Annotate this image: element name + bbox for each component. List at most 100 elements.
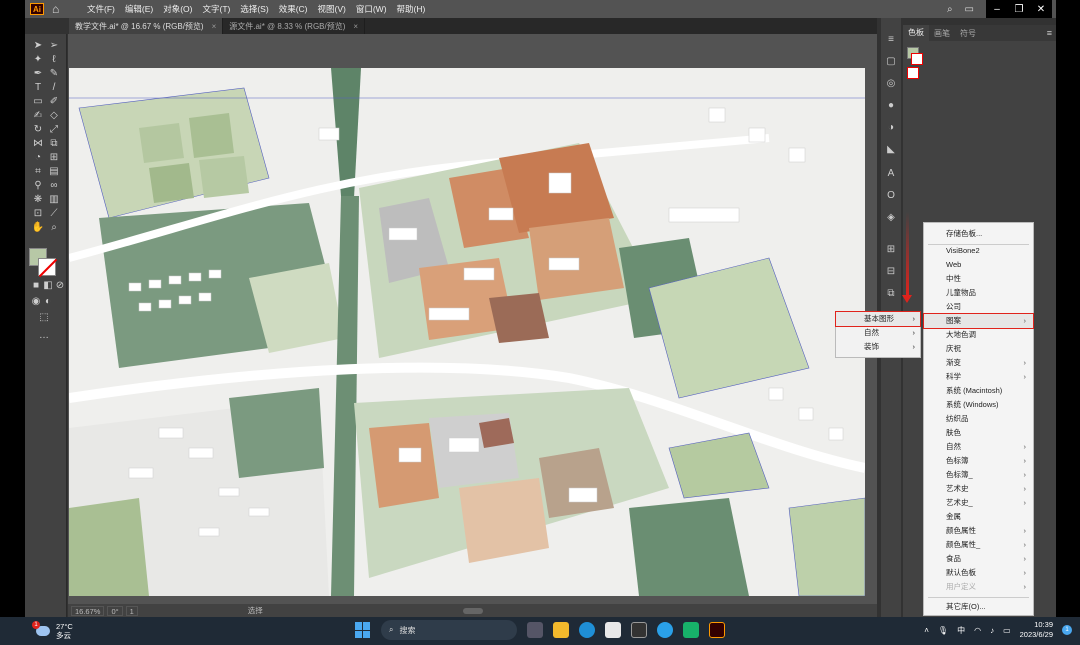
tray-chevron-icon[interactable]: ˄ bbox=[924, 626, 929, 635]
menu-item-system-mac[interactable]: 系统 (Macintosh) bbox=[924, 384, 1033, 398]
horizontal-scrollbar[interactable] bbox=[462, 607, 483, 614]
align-icon[interactable]: ⊟ bbox=[885, 266, 897, 278]
menu-item-color-properties[interactable]: 颜色属性 › bbox=[924, 524, 1033, 538]
app-logo[interactable]: Ai bbox=[30, 3, 44, 15]
free-transform-icon[interactable]: ⧉ bbox=[47, 138, 61, 150]
menu-window[interactable]: 窗口(W) bbox=[351, 3, 392, 15]
symbol-sprayer-icon[interactable]: ❋ bbox=[31, 194, 45, 206]
minimize-icon[interactable]: – bbox=[986, 4, 1008, 15]
none-swatch[interactable] bbox=[907, 67, 919, 79]
weather-widget[interactable]: 1 27°C 多云 bbox=[32, 621, 73, 640]
tab-swatches[interactable]: 色板 bbox=[903, 25, 929, 41]
menu-file[interactable]: 文件(F) bbox=[82, 3, 120, 15]
menu-item-default-swatches[interactable]: 默认色板 › bbox=[924, 566, 1033, 580]
paintbrush-icon[interactable]: ✐ bbox=[47, 96, 61, 108]
shape-builder-icon[interactable]: ◔ bbox=[31, 152, 45, 164]
close-tab-icon[interactable]: × bbox=[353, 22, 358, 31]
search-icon[interactable]: ⌕ bbox=[947, 4, 953, 15]
menu-select[interactable]: 选择(S) bbox=[235, 3, 273, 15]
menu-edit[interactable]: 编辑(E) bbox=[120, 3, 158, 15]
lasso-icon[interactable]: ℓ bbox=[47, 54, 61, 66]
menu-item-color-books-alt[interactable]: 色标簿_ › bbox=[924, 468, 1033, 482]
type-tool-icon[interactable]: T bbox=[31, 82, 45, 94]
browser-icon[interactable] bbox=[657, 622, 673, 638]
menu-item-earthtone[interactable]: 大地色调 bbox=[924, 328, 1033, 342]
artboard-site-plan[interactable] bbox=[69, 68, 865, 596]
artboard-number[interactable]: 1 bbox=[125, 605, 138, 616]
tab-brushes[interactable]: 画笔 bbox=[929, 28, 955, 39]
change-screen-mode-icon[interactable]: ⬚ bbox=[37, 312, 51, 324]
submenu-item-decorative[interactable]: 装饰 › bbox=[836, 340, 920, 354]
menu-item-metal[interactable]: 金属 bbox=[924, 510, 1033, 524]
stroke-color-swatch[interactable] bbox=[38, 258, 56, 276]
appearance-icon[interactable]: ◎ bbox=[885, 78, 897, 90]
menu-item-color-books[interactable]: 色标簿 › bbox=[924, 454, 1033, 468]
mesh-tool-icon[interactable]: ⌗ bbox=[31, 166, 45, 178]
menu-help[interactable]: 帮助(H) bbox=[392, 3, 431, 15]
menu-item-corporate[interactable]: 公司 bbox=[924, 300, 1033, 314]
menu-item-system-windows[interactable]: 系统 (Windows) bbox=[924, 398, 1033, 412]
rotation-value[interactable]: 0° bbox=[107, 605, 123, 616]
menu-item-science[interactable]: 科学 › bbox=[924, 370, 1033, 384]
menu-item-color-properties-alt[interactable]: 颜色属性_ › bbox=[924, 538, 1033, 552]
transform-icon[interactable]: ⊞ bbox=[885, 244, 897, 256]
menu-item-other-library[interactable]: 其它库(O)... bbox=[924, 600, 1033, 614]
menu-item-gradients[interactable]: 渐变 › bbox=[924, 356, 1033, 370]
scale-tool-icon[interactable]: ⤢ bbox=[47, 124, 61, 136]
task-view-icon[interactable] bbox=[527, 622, 543, 638]
hand-tool-icon[interactable]: ✋ bbox=[31, 222, 45, 234]
rectangle-tool-icon[interactable]: ▭ bbox=[31, 96, 45, 108]
column-graph-icon[interactable]: ▥ bbox=[47, 194, 61, 206]
menu-item-save-swatches[interactable]: 存储色板... bbox=[924, 227, 1033, 241]
tab-symbols[interactable]: 符号 bbox=[955, 28, 981, 39]
start-button-icon[interactable] bbox=[355, 622, 371, 638]
swatches-icon[interactable]: ◣ bbox=[885, 144, 897, 156]
submenu-item-nature[interactable]: 自然 › bbox=[836, 326, 920, 340]
curvature-tool-icon[interactable]: ✎ bbox=[47, 68, 61, 80]
clock[interactable]: 10:39 2023/6/29 bbox=[1020, 620, 1053, 640]
panel-stroke-swatch[interactable] bbox=[911, 53, 923, 65]
workspace-icon[interactable]: ▭ bbox=[965, 4, 974, 15]
menu-item-celebration[interactable]: 庆祝 bbox=[924, 342, 1033, 356]
zoom-level[interactable]: 16.67% bbox=[71, 605, 105, 616]
screen-mode-icon[interactable]: ◐ bbox=[41, 296, 55, 308]
notification-badge[interactable]: 1 bbox=[1062, 625, 1072, 635]
comments-icon[interactable]: ▢ bbox=[885, 56, 897, 68]
chat-app-icon[interactable] bbox=[683, 622, 699, 638]
eyedropper-icon[interactable]: ⚲ bbox=[31, 180, 45, 192]
gradient-tool-icon[interactable]: ▤ bbox=[47, 166, 61, 178]
maximize-icon[interactable]: ❐ bbox=[1008, 4, 1030, 15]
menu-item-foods[interactable]: 食品 › bbox=[924, 552, 1033, 566]
rotate-tool-icon[interactable]: ↻ bbox=[31, 124, 45, 136]
store-icon[interactable] bbox=[605, 622, 621, 638]
menu-item-neutral[interactable]: 中性 bbox=[924, 272, 1033, 286]
close-tab-icon[interactable]: × bbox=[212, 22, 217, 31]
panel-menu-icon[interactable]: ≡ bbox=[1047, 28, 1056, 38]
current-tool-mode[interactable]: 选择 bbox=[248, 605, 263, 616]
pen-tool-icon[interactable]: ✒ bbox=[31, 68, 45, 80]
menu-item-kids-stuff[interactable]: 儿童物品 bbox=[924, 286, 1033, 300]
zoom-tool-icon[interactable]: ⌕ bbox=[47, 222, 61, 234]
menu-item-textiles[interactable]: 纺织品 bbox=[924, 412, 1033, 426]
edge-browser-icon[interactable] bbox=[579, 622, 595, 638]
pathfinder-icon[interactable]: ⧉ bbox=[885, 288, 897, 300]
color-icon[interactable]: ● bbox=[885, 100, 897, 112]
line-tool-icon[interactable]: / bbox=[47, 82, 61, 94]
menu-effect[interactable]: 效果(C) bbox=[274, 3, 313, 15]
width-tool-icon[interactable]: ⋈ bbox=[31, 138, 45, 150]
eraser-icon[interactable]: ◇ bbox=[47, 110, 61, 122]
wifi-icon[interactable]: ◠ bbox=[974, 626, 981, 635]
artboard-tool-icon[interactable]: ⊡ bbox=[31, 208, 45, 220]
menu-item-nature[interactable]: 自然 › bbox=[924, 440, 1033, 454]
magic-wand-icon[interactable]: ✦ bbox=[31, 54, 45, 66]
glyphs-icon[interactable]: ◈ bbox=[885, 212, 897, 224]
submenu-item-basic-graphics[interactable]: 基本图形 › bbox=[835, 311, 921, 327]
menu-item-art-history[interactable]: 艺术史 › bbox=[924, 482, 1033, 496]
perspective-grid-icon[interactable]: ⊞ bbox=[47, 152, 61, 164]
volume-icon[interactable]: ♪ bbox=[990, 626, 994, 635]
color-guide-icon[interactable]: ◑ bbox=[885, 122, 897, 134]
close-icon[interactable]: ✕ bbox=[1030, 4, 1052, 15]
menu-type[interactable]: 文字(T) bbox=[197, 3, 235, 15]
taskbar-search[interactable]: ⌕ 搜索 bbox=[381, 620, 517, 640]
menu-item-skin-tones[interactable]: 肤色 bbox=[924, 426, 1033, 440]
